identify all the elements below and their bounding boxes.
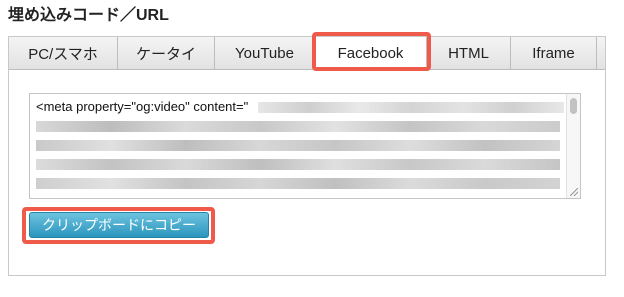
copy-to-clipboard-button[interactable]: クリップボードにコピー — [29, 212, 209, 238]
embed-code-panel: PC/スマホ ケータイ YouTube Facebook HTML Iframe… — [8, 32, 606, 276]
tab-bar: PC/スマホ ケータイ YouTube Facebook HTML Iframe — [9, 37, 605, 70]
section-title: 埋め込みコード／URL — [8, 7, 169, 24]
blurred-code-line — [258, 102, 564, 113]
tab-mobile[interactable]: ケータイ — [118, 37, 215, 69]
embed-code-textarea[interactable]: <meta property="og:video" content=" — [29, 93, 581, 199]
blurred-code-line — [36, 178, 560, 189]
tab-youtube[interactable]: YouTube — [215, 37, 315, 69]
tab-html[interactable]: HTML — [427, 37, 511, 69]
resize-grip-icon[interactable] — [570, 188, 578, 196]
tab-pc-smartphone[interactable]: PC/スマホ — [9, 37, 118, 69]
tab-facebook[interactable]: Facebook — [315, 37, 427, 69]
scrollbar-thumb[interactable] — [570, 98, 577, 114]
blurred-code-line — [36, 159, 560, 170]
blurred-code-line — [36, 121, 560, 132]
blurred-code-line — [36, 140, 560, 151]
tab-iframe[interactable]: Iframe — [511, 37, 597, 69]
code-first-line: <meta property="og:video" content=" — [36, 99, 249, 114]
code-scrollbar[interactable] — [566, 94, 580, 198]
